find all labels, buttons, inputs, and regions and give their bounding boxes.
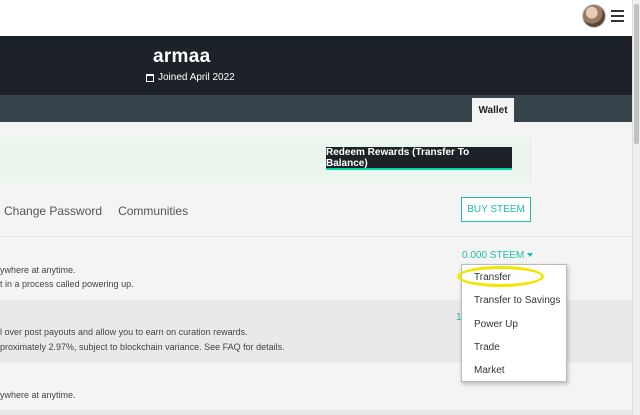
redeem-rewards-button[interactable]: Redeem Rewards (Transfer To Balance) bbox=[326, 147, 512, 170]
divider bbox=[0, 236, 632, 237]
steem-power-description: l over post payouts and allow you to ear… bbox=[0, 327, 248, 337]
joined-text: Joined April 2022 bbox=[158, 72, 235, 83]
wallet-links: Change Password Communities bbox=[4, 204, 188, 218]
menu-item-market[interactable]: Market bbox=[474, 365, 505, 376]
menu-item-power-up[interactable]: Power Up bbox=[474, 319, 518, 330]
profile-banner bbox=[0, 36, 632, 95]
joined-date: Joined April 2022 bbox=[146, 72, 235, 83]
hamburger-menu-icon[interactable] bbox=[611, 10, 624, 22]
menu-item-trade[interactable]: Trade bbox=[474, 342, 500, 353]
steem-description: ywhere at anytime. bbox=[0, 265, 76, 275]
avatar[interactable] bbox=[582, 4, 606, 28]
change-password-link[interactable]: Change Password bbox=[4, 204, 102, 218]
communities-link[interactable]: Communities bbox=[118, 204, 188, 218]
top-bar bbox=[0, 0, 632, 36]
tab-wallet[interactable]: Wallet bbox=[472, 98, 514, 122]
steem-description-2: t in a process called powering up. bbox=[0, 279, 134, 289]
bottom-edge bbox=[0, 410, 632, 415]
buy-steem-button[interactable]: BUY STEEM bbox=[461, 197, 531, 222]
steem-balance: 0.000 STEEM bbox=[462, 250, 525, 261]
steem-power-description-2: proximately 2.97%, subject to blockchain… bbox=[0, 342, 285, 352]
scrollbar-thumb[interactable] bbox=[634, 4, 639, 144]
highlight-annotation bbox=[457, 266, 544, 287]
profile-username: armaa bbox=[153, 46, 211, 67]
steem-dollars-description: ywhere at anytime. bbox=[0, 390, 76, 400]
profile-nav-bar bbox=[0, 95, 632, 122]
calendar-icon bbox=[146, 73, 154, 82]
menu-item-transfer-to-savings[interactable]: Transfer to Savings bbox=[474, 295, 560, 306]
steem-balance-dropdown[interactable]: 0.000 STEEM bbox=[462, 250, 534, 261]
chevron-down-icon bbox=[527, 253, 534, 258]
